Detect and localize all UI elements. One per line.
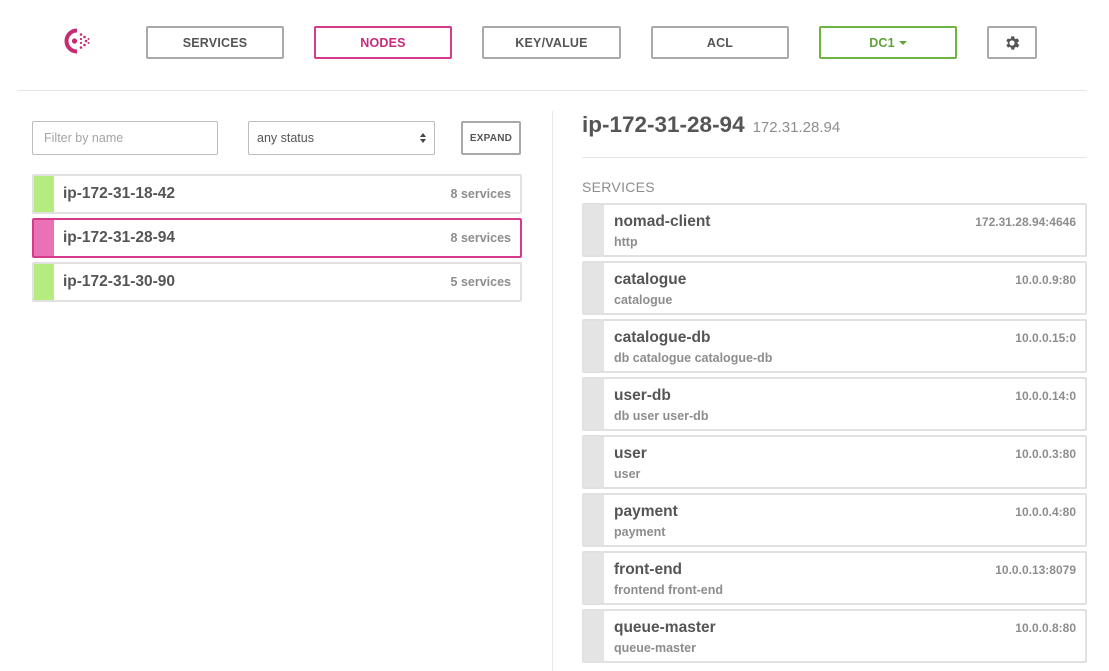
service-status-bar [584,321,604,371]
service-row[interactable]: user user 10.0.0.3:80 [582,435,1087,489]
service-name: queue-master [614,619,716,636]
service-status-bar [584,205,604,255]
service-name: front-end [614,561,683,578]
service-row[interactable]: catalogue catalogue 10.0.0.9:80 [582,261,1087,315]
detail-divider [582,157,1087,158]
expand-button[interactable]: EXPAND [461,121,521,155]
select-arrows-icon [420,133,426,143]
node-service-count: 5 services [450,275,511,289]
settings-button[interactable] [987,26,1037,59]
node-service-count: 8 services [450,187,511,201]
nav-services-button[interactable]: SERVICES [146,26,284,59]
service-name: user-db [614,387,671,404]
service-name: catalogue [614,271,687,288]
service-name: catalogue-db [614,329,711,346]
service-status-bar [584,495,604,545]
service-address: 10.0.0.13:8079 [995,563,1076,577]
service-address: 10.0.0.14:0 [1015,389,1076,403]
service-status-bar [584,263,604,313]
filter-by-name-input[interactable] [32,121,218,155]
service-address: 10.0.0.3:80 [1015,447,1076,461]
service-address: 10.0.0.4:80 [1015,505,1076,519]
service-status-bar [584,553,604,603]
service-status-bar [584,379,604,429]
detail-node-address: 172.31.28.94 [752,119,841,136]
node-name: ip-172-31-28-94 [63,229,176,246]
service-row[interactable]: user-db db user user-db 10.0.0.14:0 [582,377,1087,431]
service-row[interactable]: front-end frontend front-end 10.0.0.13:8… [582,551,1087,605]
service-name: payment [614,503,678,520]
service-address: 172.31.28.94:4646 [975,215,1076,229]
consul-logo-icon[interactable] [60,26,94,56]
caret-down-icon [898,40,907,45]
service-address: 10.0.0.9:80 [1015,273,1076,287]
nav-nodes-button[interactable]: NODES [314,26,452,59]
service-tags: user [614,467,641,481]
service-list: nomad-client http 172.31.28.94:4646 cata… [582,203,1087,667]
node-name: ip-172-31-30-90 [63,273,176,290]
gear-icon [1006,35,1020,50]
service-tags: catalogue [614,293,673,307]
service-address: 10.0.0.15:0 [1015,331,1076,345]
consul-ui: SERVICES NODES KEY/VALUE ACL DC1 any sta… [0,0,1109,671]
service-address: 10.0.0.8:80 [1015,621,1076,635]
node-status-bar [34,264,54,300]
service-status-bar [584,437,604,487]
service-row[interactable]: catalogue-db db catalogue catalogue-db 1… [582,319,1087,373]
service-tags: payment [614,525,666,539]
node-service-count: 8 services [450,231,511,245]
node-name: ip-172-31-18-42 [63,185,176,202]
service-name: nomad-client [614,213,711,230]
service-row[interactable]: queue-master queue-master 10.0.0.8:80 [582,609,1087,663]
status-select-value: any status [257,131,314,145]
node-status-bar [34,176,54,212]
node-row[interactable]: ip-172-31-18-42 8 services [32,174,522,214]
node-status-bar [34,220,54,256]
datacenter-dropdown[interactable]: DC1 [819,26,957,59]
nav-key-value-button[interactable]: KEY/VALUE [482,26,621,59]
service-name: user [614,445,647,462]
service-tags: http [614,235,638,249]
node-detail-title: ip-172-31-28-94 172.31.28.94 [582,112,840,138]
datacenter-label: DC1 [869,35,895,50]
services-section-label: SERVICES [582,179,655,195]
status-select[interactable]: any status [248,121,435,155]
service-status-bar [584,611,604,661]
service-tags: db catalogue catalogue-db [614,351,773,365]
node-list: ip-172-31-18-42 8 services ip-172-31-28-… [32,174,522,306]
column-divider [552,111,553,671]
detail-node-name: ip-172-31-28-94 [582,112,745,137]
service-row[interactable]: payment payment 10.0.0.4:80 [582,493,1087,547]
service-tags: db user user-db [614,409,709,423]
service-row[interactable]: nomad-client http 172.31.28.94:4646 [582,203,1087,257]
service-tags: frontend front-end [614,583,724,597]
node-row[interactable]: ip-172-31-30-90 5 services [32,262,522,302]
nav-acl-button[interactable]: ACL [651,26,789,59]
service-tags: queue-master [614,641,696,655]
node-row[interactable]: ip-172-31-28-94 8 services [32,218,522,258]
header-divider [17,90,1087,91]
